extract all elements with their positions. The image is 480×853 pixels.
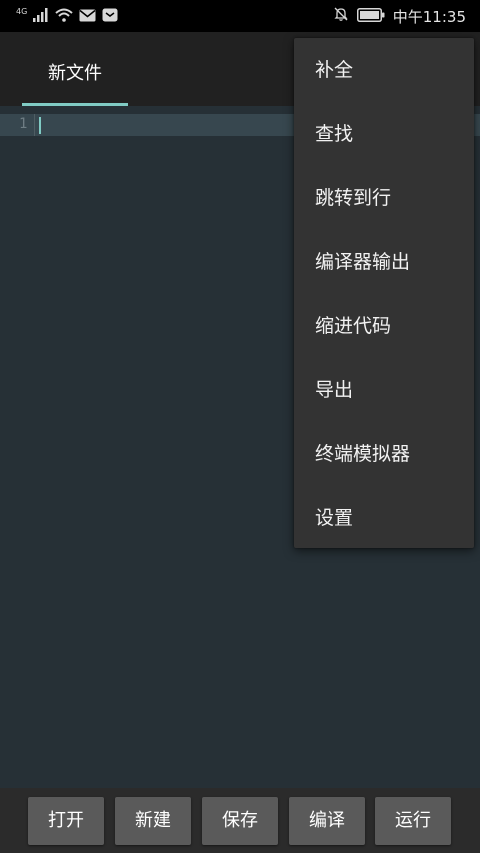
screen: 4G 中午11:35 新文件 1 补全 查找 跳转到行 编译器输出 缩进代码 导… [0,0,480,853]
menu-item-complete[interactable]: 补全 [294,38,474,102]
menu-item-goto-line[interactable]: 跳转到行 [294,166,474,230]
overflow-menu: 补全 查找 跳转到行 编译器输出 缩进代码 导出 终端模拟器 设置 [294,38,474,548]
run-button[interactable]: 运行 [375,797,451,845]
gutter-divider [34,114,35,136]
status-bar: 4G 中午11:35 [0,0,480,32]
menu-item-find[interactable]: 查找 [294,102,474,166]
menu-item-settings[interactable]: 设置 [294,486,474,550]
new-button[interactable]: 新建 [115,797,191,845]
battery-icon [356,7,385,26]
tab-label: 新文件 [48,63,102,84]
save-button[interactable]: 保存 [202,797,278,845]
mail-icon [79,7,96,26]
menu-item-terminal-emulator[interactable]: 终端模拟器 [294,422,474,486]
status-bar-right: 中午11:35 [333,5,466,27]
menu-item-export[interactable]: 导出 [294,358,474,422]
compile-button[interactable]: 编译 [289,797,365,845]
menu-item-indent-code[interactable]: 缩进代码 [294,294,474,358]
network-type-label: 4G [16,7,28,16]
signal-icon [33,7,49,26]
status-bar-left: 4G [16,7,118,25]
notification-icon [102,7,118,26]
open-button[interactable]: 打开 [28,797,104,845]
bottom-toolbar: 打开 新建 保存 编译 运行 [0,788,480,853]
text-cursor [39,117,41,134]
line-number: 1 [19,116,28,132]
wifi-icon [55,7,73,26]
tab-new-file[interactable]: 新文件 [22,32,128,106]
status-time: 中午11:35 [392,7,466,26]
mute-icon [333,6,349,26]
menu-item-compiler-output[interactable]: 编译器输出 [294,230,474,294]
